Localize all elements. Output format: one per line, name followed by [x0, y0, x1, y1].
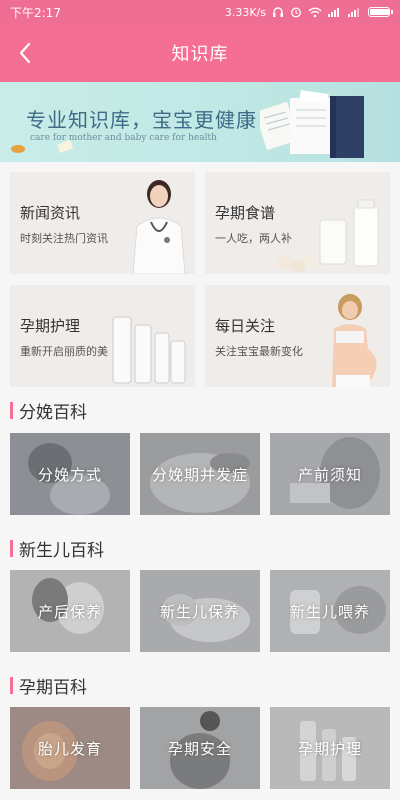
leaf-decoration-icon	[11, 139, 74, 154]
tile-delivery-method[interactable]: 分娩方式	[10, 433, 130, 515]
section-title: 孕期百科	[19, 677, 87, 698]
wifi-icon	[308, 7, 322, 17]
card-news[interactable]: 新闻资讯 时刻关注热门资讯	[10, 172, 195, 274]
card-daily[interactable]: 每日关注 关注宝宝最新变化	[205, 285, 390, 387]
status-icons: 3.33K/s	[224, 5, 393, 19]
card-care[interactable]: 孕期护理 重新开启丽质的美	[10, 285, 195, 387]
tile-label: 新生儿喂养	[289, 602, 370, 621]
cosmetics-illustration	[112, 316, 186, 384]
app-header: 知识库	[0, 24, 400, 82]
section-title: 新生儿百科	[19, 540, 104, 561]
tile-label: 孕期护理	[297, 739, 362, 758]
tile-delivery-complications[interactable]: 分娩期并发症	[140, 433, 260, 515]
card-title: 新闻资讯	[20, 204, 81, 222]
headset-icon	[273, 7, 283, 17]
tile-label: 孕期安全	[167, 739, 232, 758]
tile-label: 胎儿发育	[37, 739, 102, 758]
card-title: 孕期护理	[20, 317, 81, 335]
tile-label: 产后保养	[37, 602, 102, 621]
card-subtitle: 时刻关注热门资讯	[20, 232, 108, 245]
alarm-icon	[291, 7, 301, 18]
tile-newborn-care[interactable]: 新生儿保养	[140, 570, 260, 652]
section-accent-bar	[10, 401, 13, 419]
tile-postpartum-care[interactable]: 产后保养	[10, 570, 130, 652]
signal-icon	[328, 8, 339, 17]
tile-label: 新生儿保养	[159, 602, 240, 621]
section-title: 分娩百科	[19, 402, 87, 423]
book-illustration	[260, 90, 364, 158]
doctor-illustration	[132, 180, 186, 274]
card-title: 孕期食谱	[215, 204, 276, 222]
section-header-delivery: 分娩百科	[0, 393, 400, 427]
tile-pregnancy-care[interactable]: 孕期护理	[270, 707, 390, 789]
tile-label: 产前须知	[297, 465, 362, 484]
back-button[interactable]	[8, 36, 42, 70]
tile-pregnancy-safety[interactable]: 孕期安全	[140, 707, 260, 789]
status-time: 下午2:17	[10, 5, 61, 20]
section-header-pregnancy: 孕期百科	[0, 668, 400, 702]
milk-eggs-illustration	[276, 199, 379, 272]
tile-newborn-feeding[interactable]: 新生儿喂养	[270, 570, 390, 652]
network-speed: 3.33K/s	[224, 5, 266, 19]
card-subtitle: 关注宝宝最新变化	[215, 345, 303, 358]
status-bar: 下午2:17 3.33K/s	[0, 0, 400, 24]
card-title: 每日关注	[215, 317, 276, 335]
card-subtitle: 重新开启丽质的美	[20, 345, 108, 358]
tile-prenatal-notes[interactable]: 产前须知	[270, 433, 390, 515]
page-title: 知识库	[171, 44, 229, 65]
section-accent-bar	[10, 539, 13, 557]
pregnant-woman-illustration	[332, 294, 377, 387]
tile-label: 分娩方式	[37, 465, 102, 484]
battery-icon	[368, 7, 393, 17]
tile-fetal-development[interactable]: 胎儿发育	[10, 707, 130, 789]
section-header-newborn: 新生儿百科	[0, 531, 400, 565]
section-accent-bar	[10, 676, 13, 694]
chevron-left-icon	[19, 42, 31, 64]
card-recipes[interactable]: 孕期食谱 一人吃，两人补	[205, 172, 390, 274]
banner-title: 专业知识库，宝宝更健康	[26, 108, 257, 132]
knowledge-banner[interactable]: 专业知识库，宝宝更健康 care for mother and baby car…	[0, 82, 400, 162]
tile-label: 分娩期并发症	[151, 465, 248, 484]
battery-level	[370, 9, 389, 15]
signal-2-icon	[348, 8, 359, 17]
